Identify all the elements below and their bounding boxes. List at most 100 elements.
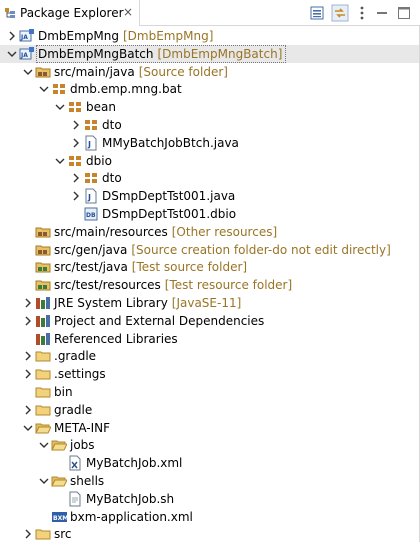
chevron-down-icon[interactable] [22, 65, 34, 79]
tree-item[interactable]: DB DSmpDeptTst001.dbio [0, 205, 419, 223]
chevron-right-icon[interactable] [22, 367, 34, 381]
selection-focus-box [36, 44, 287, 63]
chevron-down-icon[interactable] [54, 100, 66, 114]
tree-item-label: MyBatchJob.xml [86, 456, 183, 471]
chevron-right-icon[interactable] [22, 296, 34, 310]
chevron-down-icon[interactable] [38, 82, 50, 96]
svg-text:J: J [87, 140, 91, 149]
tree-item-label: bxm-application.xml [70, 509, 193, 524]
tree-item[interactable]: JA DmbEmpMng [DmbEmpMng] [0, 27, 419, 45]
package-icon [53, 84, 65, 95]
tree-item-decoration: [Other resources] [171, 224, 278, 239]
tree-item[interactable]: .settings [0, 365, 419, 383]
tree-item[interactable]: src/main/java [Source folder] [0, 63, 419, 81]
tree-item-label: dto [102, 118, 122, 132]
tree-item-label: Referenced Libraries [54, 331, 178, 346]
tree-item-label: DSmpDeptTst001.java [102, 189, 236, 204]
tree-item[interactable]: JA DmbEmpMngBatch [DmbEmpMngBatch] [0, 44, 419, 63]
tab-package-explorer[interactable]: Package Explorer × [0, 0, 140, 26]
tree-item-label: src/main/resources [54, 224, 168, 239]
tree-item-label: .settings [54, 367, 106, 382]
chevron-down-icon[interactable] [22, 421, 34, 435]
file-icon [69, 491, 81, 507]
tree-item-decoration: [Source creation folder-do not edit dire… [131, 242, 391, 257]
tree-item-decoration: [Source folder] [138, 64, 228, 79]
tree-item[interactable]: MyBatchJob.sh [0, 490, 419, 508]
tree-item[interactable]: MyBatchJob.xml [0, 454, 419, 472]
tree-item-label: DmbEmpMng [38, 29, 120, 43]
tree-item[interactable]: .gradle [0, 347, 419, 365]
tree-item-label: dmb.emp.mng.bat [70, 82, 182, 97]
minimize-icon[interactable] [373, 4, 391, 22]
chevron-down-icon[interactable] [54, 154, 66, 168]
source-folder-icon [35, 67, 51, 78]
open-folder-icon [51, 440, 67, 451]
tree-item-label: src/test/java [54, 260, 128, 275]
folder-icon [35, 387, 51, 398]
library-icon [36, 297, 50, 309]
view-menu-icon[interactable] [353, 4, 371, 22]
tree-item[interactable]: src/test/java [Test source folder] [0, 258, 419, 276]
chevron-right-icon[interactable] [22, 314, 34, 328]
tree-item-label: Project and External Dependencies [54, 313, 265, 328]
open-folder-icon [51, 476, 67, 487]
tree-item-decoration: [Test source folder] [131, 260, 248, 275]
tree-item-label: jobs [70, 438, 95, 453]
source-folder-icon [35, 227, 51, 238]
package-icon [69, 102, 81, 113]
chevron-right-icon[interactable] [70, 171, 82, 185]
svg-text:BXM: BXM [53, 515, 67, 522]
test-source-folder-icon [35, 262, 51, 273]
chevron-down-icon[interactable] [38, 474, 50, 488]
tree-item[interactable]: dto [0, 116, 419, 134]
tree-item[interactable]: Project and External Dependencies [0, 312, 419, 330]
tree-item[interactable]: J MMyBatchJobBtch.java [0, 134, 419, 152]
source-folder-icon [35, 245, 51, 256]
chevron-right-icon[interactable] [70, 118, 82, 132]
tree-item[interactable]: bean [0, 98, 419, 116]
tree-item[interactable]: BXM bxm-application.xml [0, 508, 419, 526]
bxm-file-icon: BXM [52, 511, 67, 522]
link-with-editor-icon[interactable] [331, 4, 349, 22]
chevron-down-icon[interactable] [6, 47, 18, 61]
tree-item[interactable]: dmb.emp.mng.bat [0, 80, 419, 98]
folder-icon [35, 369, 51, 380]
svg-text:DB: DB [86, 212, 96, 219]
java-project-icon: JA [19, 46, 34, 60]
tab-title: Package Explorer [20, 6, 124, 20]
tree-item[interactable]: jobs [0, 436, 419, 454]
project-tree[interactable]: JA DmbEmpMng [DmbEmpMng] JA DmbEmpMngBatch [D… [0, 26, 420, 542]
java-file-icon: J [85, 135, 97, 151]
chevron-right-icon[interactable] [6, 29, 18, 43]
tree-item-label: JRE System Library [54, 296, 168, 310]
maximize-icon[interactable] [395, 4, 413, 22]
tree-item[interactable]: shells [0, 472, 419, 490]
folder-icon [35, 351, 51, 362]
tree-item[interactable]: gradle [0, 401, 419, 419]
tree-item[interactable]: bin [0, 383, 419, 401]
tree-item[interactable]: JRE System Library [JavaSE-11] [0, 294, 419, 312]
tree-item-label: src/main/java [54, 64, 135, 79]
chevron-right-icon[interactable] [70, 189, 82, 203]
tree-item[interactable]: src/gen/java [Source creation folder-do n… [0, 241, 419, 259]
tree-item[interactable]: dbio [0, 152, 419, 170]
chevron-right-icon[interactable] [22, 403, 34, 417]
chevron-down-icon[interactable] [38, 438, 50, 452]
collapse-all-icon[interactable] [308, 4, 326, 22]
tree-item[interactable]: dto [0, 169, 419, 187]
tree-item[interactable]: src/test/resources [Test resource folder] [0, 276, 419, 294]
close-icon[interactable]: × [121, 5, 135, 19]
tree-item[interactable]: META-INF [0, 419, 419, 437]
package-explorer-view: Package Explorer × JA DmbEmpMng [DmbEmpMng… [0, 0, 420, 542]
chevron-right-icon[interactable] [22, 527, 34, 541]
chevron-right-icon[interactable] [70, 136, 82, 150]
tree-item-decoration: [DmbEmpMng] [123, 29, 214, 43]
chevron-right-icon[interactable] [22, 349, 34, 363]
tree-item[interactable]: src [0, 525, 419, 542]
tree-item-label: .gradle [54, 349, 97, 364]
tree-item[interactable]: J DSmpDeptTst001.java [0, 187, 419, 205]
tree-item[interactable]: Referenced Libraries [0, 330, 419, 348]
tree-item-label: dbio [86, 153, 112, 168]
tree-item[interactable]: src/main/resources [Other resources] [0, 223, 419, 241]
tree-item-label: dto [102, 171, 122, 186]
